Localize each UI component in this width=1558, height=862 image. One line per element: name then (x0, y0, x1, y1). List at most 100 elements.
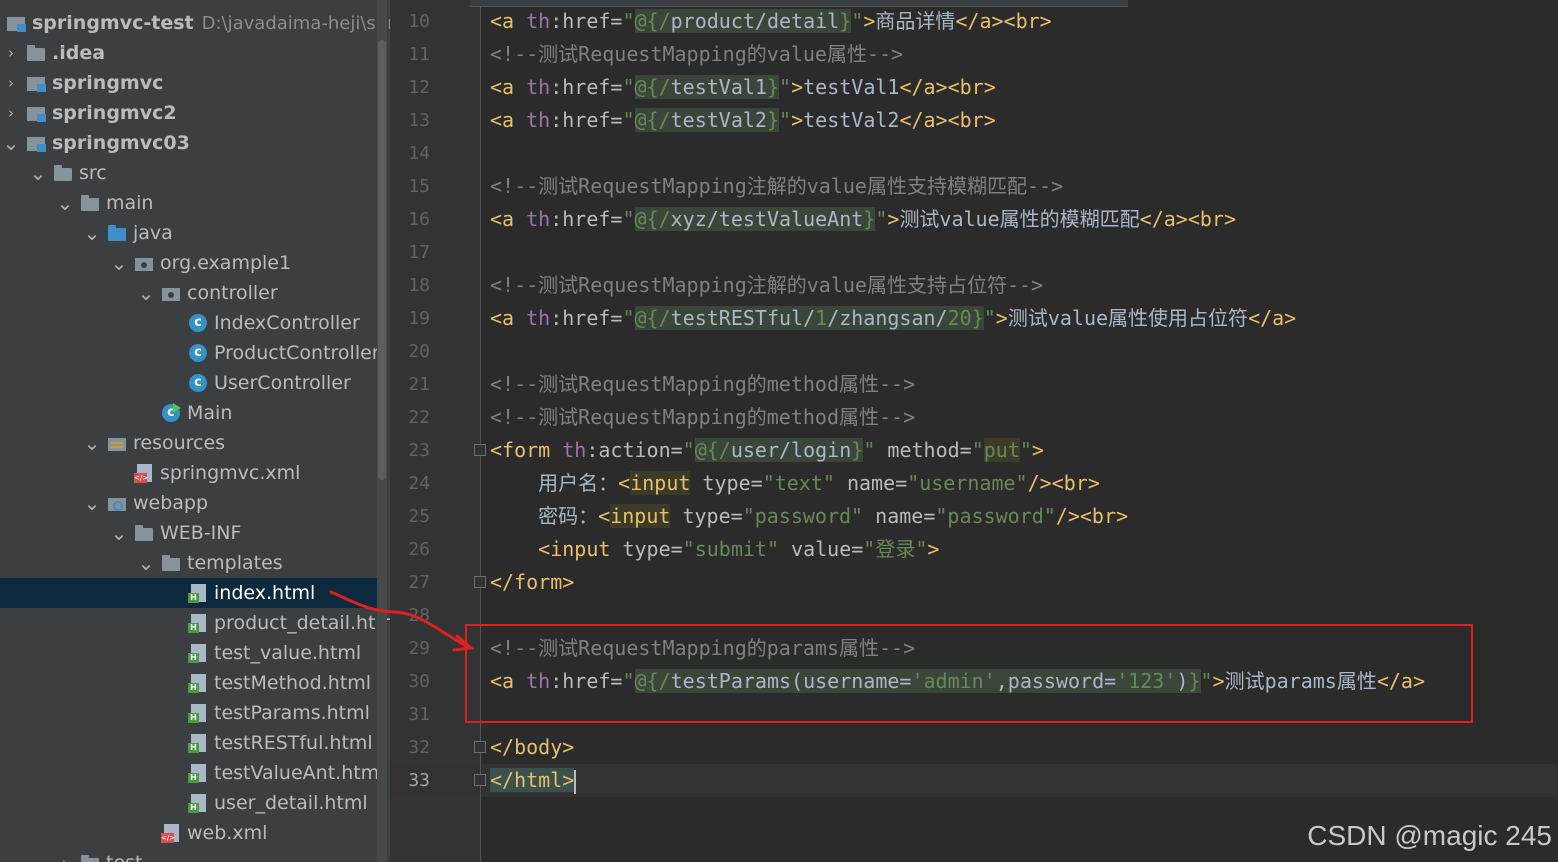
chevron-right-icon[interactable]: › (4, 73, 18, 93)
chevron-down-icon[interactable]: ⌄ (84, 223, 101, 243)
class-icon (188, 373, 208, 393)
code-line[interactable]: <a th:href="@{/testVal1}">testVal1</a><b… (490, 71, 996, 104)
tree-item-springmvc-xml[interactable]: springmvc.xml (0, 458, 377, 488)
line-number: 19 (408, 308, 430, 329)
tree-item-label: web.xml (187, 822, 268, 844)
code-line[interactable]: <!--测试RequestMapping注解的value属性支持模糊匹配--> (490, 170, 1063, 203)
class-icon (188, 313, 208, 333)
code-line[interactable]: <a th:href="@{/product/detail}">商品详情</a>… (490, 5, 1052, 38)
tree-item-springmvc2[interactable]: › springmvc2 (0, 98, 377, 128)
code-line[interactable]: <a th:href="@{/testVal2}">testVal2</a><b… (490, 104, 996, 137)
html-file-icon (188, 613, 208, 633)
code-line[interactable]: 密码：<input type="password" name="password… (490, 500, 1128, 533)
code-line[interactable]: </form> (490, 566, 574, 599)
code-line[interactable]: <!--测试RequestMapping的method属性--> (490, 401, 915, 434)
tree-item-testvalueant-html[interactable]: testValueAnt.html (0, 758, 384, 788)
code-line[interactable]: <a th:href="@{/xyz/testValueAnt}">测试valu… (490, 203, 1236, 236)
code-line[interactable]: <form th:action="@{/user/login}" method=… (490, 434, 1044, 467)
resources-folder-icon (107, 433, 127, 453)
fold-marker-icon[interactable] (474, 774, 486, 786)
code-line[interactable]: 用户名：<input type="text" name="username"/>… (490, 467, 1100, 500)
tree-item-test-value-html[interactable]: test_value.html (0, 638, 377, 668)
tree-item-resources[interactable]: ⌄ resources (0, 428, 377, 458)
code-line[interactable]: <a th:href="@{/testRESTful/1/zhangsan/20… (490, 302, 1296, 335)
line-number: 11 (408, 44, 430, 65)
tree-scrollbar-thumb[interactable] (378, 40, 386, 480)
line-number: 16 (408, 209, 430, 230)
tree-item-index-html[interactable]: index.html (0, 578, 377, 608)
line-number: 14 (408, 143, 430, 164)
chevron-down-icon[interactable]: ⌄ (30, 163, 47, 183)
fold-marker-icon[interactable] (474, 576, 486, 588)
tree-item-label: testMethod.html (214, 672, 372, 694)
text-caret (574, 769, 577, 794)
html-file-icon (188, 733, 208, 753)
tree-item-src[interactable]: ⌄ src (0, 158, 377, 188)
tree-item-java[interactable]: ⌄ java (0, 218, 377, 248)
web-folder-icon (107, 493, 127, 513)
package-icon (134, 253, 154, 273)
tree-item-label: IndexController (214, 312, 360, 334)
tree-item-main[interactable]: Main (0, 398, 377, 428)
code-line[interactable]: <input type="submit" value="登录"> (490, 533, 939, 566)
chevron-down-icon[interactable]: ⌄ (57, 193, 74, 213)
tree-scrollbar[interactable] (377, 0, 387, 862)
tree-item-productcontroller[interactable]: ProductController (0, 338, 380, 368)
tree-item-web-xml[interactable]: web.xml (0, 818, 377, 848)
tree-item-testparams-html[interactable]: testParams.html (0, 698, 377, 728)
html-file-icon (188, 703, 208, 723)
tree-item-springmvc[interactable]: › springmvc (0, 68, 377, 98)
html-file-icon (188, 793, 208, 813)
tree-item-label: java (133, 222, 173, 244)
line-number: 24 (408, 473, 430, 494)
chevron-down-icon[interactable]: ⌄ (84, 433, 101, 453)
code-line[interactable]: <!--测试RequestMapping的value属性--> (490, 38, 903, 71)
chevron-right-icon[interactable]: › (4, 103, 18, 123)
tree-item-web-inf[interactable]: ⌄ WEB-INF (0, 518, 377, 548)
package-icon (161, 283, 181, 303)
tree-item-springmvc03[interactable]: ⌄ springmvc03 (0, 128, 377, 158)
chevron-down-icon[interactable]: ⌄ (138, 283, 155, 303)
gutter-divider (480, 0, 481, 862)
chevron-down-icon[interactable]: ⌄ (111, 253, 128, 273)
tree-item-usercontroller[interactable]: UserController (0, 368, 377, 398)
tree-item-templates[interactable]: ⌄ templates (0, 548, 377, 578)
html-file-icon (188, 763, 208, 783)
highlight-box (465, 624, 1473, 723)
line-number: 30 (408, 671, 430, 692)
line-number: 31 (408, 704, 430, 725)
tree-item-webapp[interactable]: ⌄ webapp (0, 488, 377, 518)
chevron-right-icon[interactable]: › (4, 43, 18, 63)
tree-item-main[interactable]: ⌄ main (0, 188, 377, 218)
tree-item-controller[interactable]: ⌄ controller (0, 278, 377, 308)
chevron-down-icon[interactable]: ⌄ (111, 523, 128, 543)
tree-item-label: springmvc2 (52, 102, 177, 124)
tree-item-product-detail-html[interactable]: product_detail.html (0, 608, 390, 638)
tree-item-label: controller (187, 282, 278, 304)
tree-item-testrestful-html[interactable]: testRESTful.html (0, 728, 377, 758)
module-icon (26, 103, 46, 123)
tree-item-user-detail-html[interactable]: user_detail.html (0, 788, 377, 818)
tree-item-label: Main (187, 402, 233, 424)
fold-marker-icon[interactable] (474, 741, 486, 753)
chevron-down-icon[interactable]: ⌄ (3, 133, 20, 153)
tree-item-idea[interactable]: › .idea (0, 38, 377, 68)
code-line[interactable]: </body> (490, 731, 574, 764)
fold-marker-icon[interactable] (474, 444, 486, 456)
chevron-down-icon[interactable]: ⌄ (138, 553, 155, 573)
tree-item-label: main (106, 192, 154, 214)
tree-item-label: test_value.html (214, 642, 362, 664)
code-line[interactable]: <!--测试RequestMapping注解的value属性支持占位符--> (490, 269, 1043, 302)
tree-item-label: src (79, 162, 107, 184)
tree-item-indexcontroller[interactable]: IndexController (0, 308, 377, 338)
chevron-right-icon[interactable]: › (58, 853, 72, 862)
tree-item-label: springmvc03 (52, 132, 190, 154)
code-line[interactable]: <!--测试RequestMapping的method属性--> (490, 368, 915, 401)
tree-item-label: springmvc (52, 72, 164, 94)
chevron-down-icon[interactable]: ⌄ (84, 493, 101, 513)
project-root-row[interactable]: springmvc-test D:\javadaima-heji\spring (0, 8, 390, 38)
tree-item-org-example1[interactable]: ⌄ org.example1 (0, 248, 377, 278)
code-line[interactable]: </html> (490, 764, 577, 797)
tree-item-test[interactable]: › test (0, 848, 377, 862)
tree-item-testmethod-html[interactable]: testMethod.html (0, 668, 377, 698)
